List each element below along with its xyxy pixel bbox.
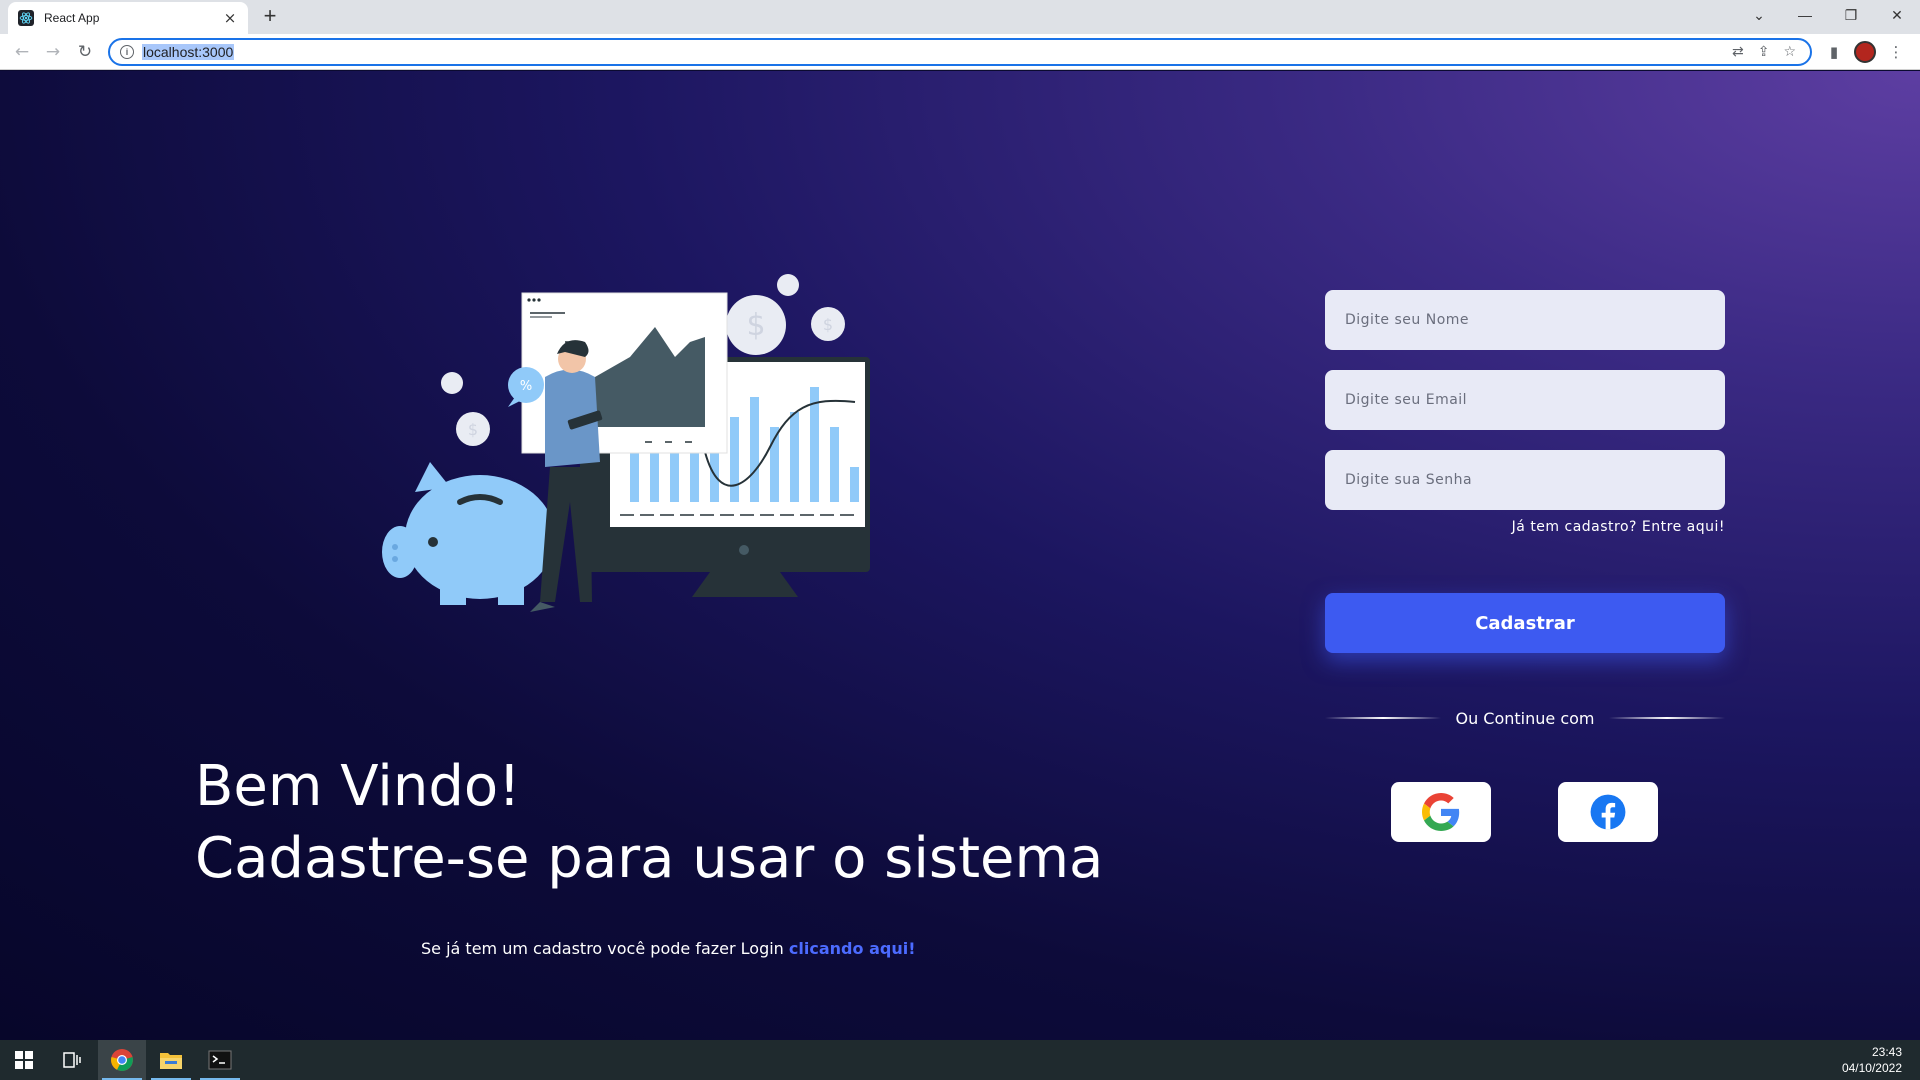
- divider-label: Ou Continue com: [1455, 708, 1595, 728]
- name-input[interactable]: [1325, 290, 1725, 350]
- tab-close-icon[interactable]: ×: [222, 9, 238, 27]
- translate-icon[interactable]: ⇄: [1732, 44, 1744, 60]
- forward-icon[interactable]: →: [41, 40, 65, 64]
- close-window-icon[interactable]: ✕: [1874, 0, 1920, 30]
- facebook-login-button[interactable]: [1558, 782, 1658, 842]
- password-input[interactable]: [1325, 450, 1725, 510]
- file-explorer-icon[interactable]: [147, 1040, 195, 1080]
- new-tab-button[interactable]: +: [258, 5, 282, 29]
- address-bar[interactable]: i localhost:3000 ⇄ ⇪ ☆: [108, 38, 1812, 66]
- svg-text:%: %: [520, 379, 532, 394]
- google-icon: [1422, 793, 1460, 831]
- reload-icon[interactable]: ↻: [73, 40, 97, 64]
- browser-menu-icon[interactable]: ⋮: [1884, 40, 1908, 64]
- register-button[interactable]: Cadastrar: [1325, 593, 1725, 653]
- login-link[interactable]: clicando aqui!: [789, 939, 916, 958]
- terminal-icon[interactable]: [196, 1040, 244, 1080]
- page-background: $ $ $ % Bem Vindo! Cadastre-se para usar…: [0, 71, 1920, 1040]
- login-prompt-text: Se já tem um cadastro você pode fazer Lo…: [421, 939, 784, 958]
- system-clock[interactable]: 23:43 04/10/2022: [1842, 1044, 1902, 1076]
- tab-search-icon[interactable]: ⌄: [1736, 0, 1782, 30]
- login-prompt: Se já tem um cadastro você pode fazer Lo…: [421, 939, 915, 958]
- browser-tab[interactable]: React App ×: [8, 2, 248, 34]
- svg-text:$: $: [823, 315, 833, 334]
- restore-icon[interactable]: ❐: [1828, 0, 1874, 30]
- heading-line-welcome: Bem Vindo!: [195, 754, 521, 819]
- os-taskbar: 23:43 04/10/2022: [0, 1040, 1920, 1080]
- google-login-button[interactable]: [1391, 782, 1491, 842]
- clock-time: 23:43: [1871, 1045, 1902, 1059]
- profile-avatar[interactable]: [1854, 41, 1876, 63]
- welcome-heading: Bem Vindo! Cadastre-se para usar o siste…: [195, 751, 1103, 895]
- address-url[interactable]: localhost:3000: [142, 44, 235, 60]
- browser-toolbar: ← → ↻ i localhost:3000 ⇄ ⇪ ☆ ▮ ⋮: [0, 34, 1920, 70]
- back-icon[interactable]: ←: [10, 40, 34, 64]
- svg-text:$: $: [746, 308, 765, 343]
- already-registered-link[interactable]: Já tem cadastro? Entre aqui!: [1325, 519, 1725, 535]
- tab-title: React App: [44, 11, 100, 25]
- share-icon[interactable]: ⇪: [1758, 44, 1770, 60]
- heading-line-register: Cadastre-se para usar o sistema: [195, 826, 1104, 891]
- facebook-icon: [1590, 794, 1626, 830]
- divider-line-right: [1608, 717, 1725, 719]
- clock-date: 04/10/2022: [1841, 1061, 1902, 1075]
- site-info-icon[interactable]: i: [120, 45, 134, 59]
- browser-tab-strip: React App × + ⌄ — ❐ ✕: [0, 0, 1920, 34]
- svg-text:$: $: [468, 420, 478, 439]
- bookmark-star-icon[interactable]: ☆: [1783, 44, 1796, 60]
- react-favicon-icon: [18, 10, 34, 26]
- finance-illustration: $ $ $ %: [382, 274, 870, 612]
- task-view-icon[interactable]: [48, 1040, 96, 1080]
- divider-line-left: [1325, 717, 1442, 719]
- minimize-icon[interactable]: —: [1782, 0, 1828, 30]
- email-input[interactable]: [1325, 370, 1725, 430]
- chrome-taskbar-icon[interactable]: [98, 1040, 146, 1080]
- side-panel-icon[interactable]: ▮: [1822, 40, 1846, 64]
- windows-start-icon[interactable]: [0, 1040, 48, 1080]
- divider: Ou Continue com: [1325, 708, 1725, 728]
